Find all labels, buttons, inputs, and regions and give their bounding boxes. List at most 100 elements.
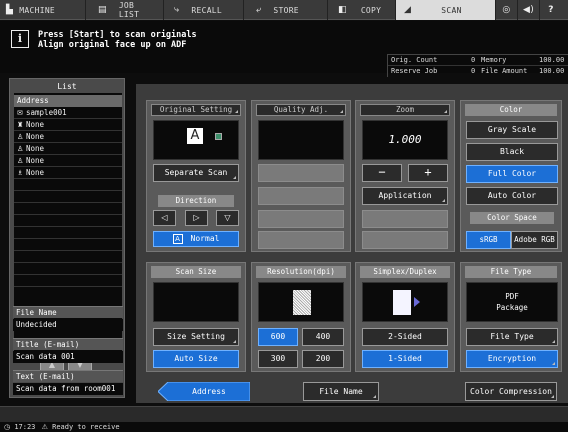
page-icon	[393, 290, 411, 315]
list-item-label: None	[26, 156, 45, 165]
res-600-button[interactable]: 600	[258, 328, 298, 346]
list-item-empty	[14, 215, 122, 227]
quality-empty-slot	[258, 164, 344, 182]
list-item[interactable]: ♗ None	[14, 167, 122, 179]
volume-button[interactable]: ◀)	[518, 0, 540, 20]
quality-empty-slot	[258, 231, 344, 249]
list-header: Address	[14, 95, 122, 107]
network-icon: ♙	[17, 157, 24, 165]
list-item[interactable]: ♙ None	[14, 131, 122, 143]
help-button[interactable]: ?	[540, 0, 562, 20]
simplex-preview	[362, 282, 448, 322]
globe-button[interactable]: ◎	[496, 0, 518, 20]
two-sided-button[interactable]: 2-Sided	[362, 328, 448, 346]
receive-icon: ⚠	[41, 423, 48, 431]
direction-right-button[interactable]: ▷	[185, 210, 208, 226]
normal-direction-button[interactable]: A Normal	[153, 231, 239, 247]
zoom-minus-button[interactable]: −	[362, 164, 402, 182]
clock-icon: ◷	[4, 423, 11, 431]
direction-right-icon: ▷	[193, 213, 200, 222]
full-color-button[interactable]: Full Color	[466, 165, 558, 183]
title-email-value: Scan data 001	[13, 351, 123, 363]
auto-size-button[interactable]: Auto Size	[153, 350, 239, 368]
machine-icon: ▙	[6, 5, 14, 15]
tab-copy[interactable]: ◧ COPY	[328, 0, 396, 20]
zoom-plus-button[interactable]: +	[408, 164, 448, 182]
list-item-label: None	[26, 144, 45, 153]
separate-scan-button[interactable]: Separate Scan	[153, 164, 239, 182]
original-preview: A	[153, 120, 239, 160]
zoom-empty-slot	[362, 210, 448, 228]
email-icon: ✉	[17, 109, 23, 117]
file-amount-value: 100.00	[539, 67, 565, 75]
black-button[interactable]: Black	[466, 143, 558, 161]
status-box: Orig. Count 0 Memory 100.00 Reserve Job …	[387, 54, 568, 77]
quality-adj-button[interactable]: Quality Adj.	[256, 104, 346, 116]
resolution-preview	[258, 282, 344, 322]
tab-job-list-label: JOB LIST	[118, 1, 140, 19]
recall-icon: ⤷	[174, 5, 180, 15]
file-amount-label: File Amount	[481, 67, 528, 75]
file-type-line-2: Package	[496, 303, 528, 312]
tab-job-list[interactable]: ▤ JOB LIST	[86, 0, 164, 20]
list-item-empty	[14, 251, 122, 263]
list-item-empty	[14, 191, 122, 203]
original-glyph: A	[187, 128, 203, 144]
status-text: Ready to receive	[52, 423, 120, 431]
encryption-button[interactable]: Encryption	[466, 350, 558, 368]
srgb-button[interactable]: sRGB	[466, 231, 511, 249]
top-tab-bar: ▙ MACHINE ▤ JOB LIST ⤷ RECALL ⤶ STORE ◧ …	[0, 0, 568, 20]
original-setting-button[interactable]: Original Setting	[151, 104, 241, 116]
list-item[interactable]: ♙ None	[14, 155, 122, 167]
text-email-value: Scan data from room001	[13, 383, 123, 395]
clock-time: 17:23	[14, 423, 36, 431]
application-button[interactable]: Application	[362, 187, 448, 205]
gray-scale-button[interactable]: Gray Scale	[466, 121, 558, 139]
res-300-button[interactable]: 300	[258, 350, 298, 368]
list-item-label: sample001	[26, 108, 67, 117]
res-200-button[interactable]: 200	[302, 350, 344, 368]
adobe-rgb-button[interactable]: Adobe RGB	[511, 231, 558, 249]
orig-count-value: 0	[471, 56, 476, 64]
tab-scan-label: SCAN	[441, 5, 462, 15]
scan-icon: ◢	[404, 5, 412, 15]
list-item-empty	[14, 239, 122, 251]
address-button[interactable]: Address	[158, 382, 250, 401]
tab-scan[interactable]: ◢ SCAN	[396, 0, 496, 20]
file-type-line-1: PDF	[505, 292, 519, 301]
one-sided-button[interactable]: 1-Sided	[362, 350, 448, 368]
zoom-display: 1.000	[362, 120, 448, 160]
file-type-display: PDF Package	[466, 282, 558, 322]
reserve-job-label: Reserve Job	[391, 67, 438, 75]
scan-size-preview	[153, 282, 239, 322]
tab-recall-label: RECALL	[191, 5, 223, 15]
auto-color-button[interactable]: Auto Color	[466, 187, 558, 205]
tab-machine[interactable]: ▙ MACHINE	[0, 0, 86, 20]
quality-preview	[258, 120, 344, 160]
size-setting-button[interactable]: Size Setting	[153, 328, 239, 346]
list-item[interactable]: ♜ None	[14, 119, 122, 131]
tab-store[interactable]: ⤶ STORE	[244, 0, 328, 20]
zoom-button[interactable]: Zoom	[360, 104, 450, 116]
direction-down-button[interactable]: ▽	[216, 210, 239, 226]
tab-recall[interactable]: ⤷ RECALL	[164, 0, 244, 20]
list-item[interactable]: ♙ None	[14, 143, 122, 155]
file-name-button[interactable]: File Name	[303, 382, 379, 401]
normal-direction-icon: A	[172, 234, 183, 244]
reserve-job-value: 0	[471, 67, 476, 75]
normal-label: Normal	[190, 234, 220, 243]
text-email-label: Text (E-mail)	[13, 370, 123, 382]
store-icon: ⤶	[256, 5, 262, 15]
list-item-empty	[14, 263, 122, 275]
color-compression-button[interactable]: Color Compression	[465, 382, 557, 401]
file-name-value: Undecided	[13, 319, 123, 331]
feed-icon	[215, 133, 222, 140]
res-400-button[interactable]: 400	[302, 328, 344, 346]
file-type-button[interactable]: File Type	[466, 328, 558, 346]
box-icon: ♜	[17, 121, 24, 129]
network-icon: ♙	[17, 133, 24, 141]
direction-left-button[interactable]: ◁	[153, 210, 176, 226]
message-line-2: Align original face up on ADF	[38, 40, 187, 50]
list-item[interactable]: ✉ sample001	[14, 107, 122, 119]
color-title: Color	[465, 104, 557, 116]
